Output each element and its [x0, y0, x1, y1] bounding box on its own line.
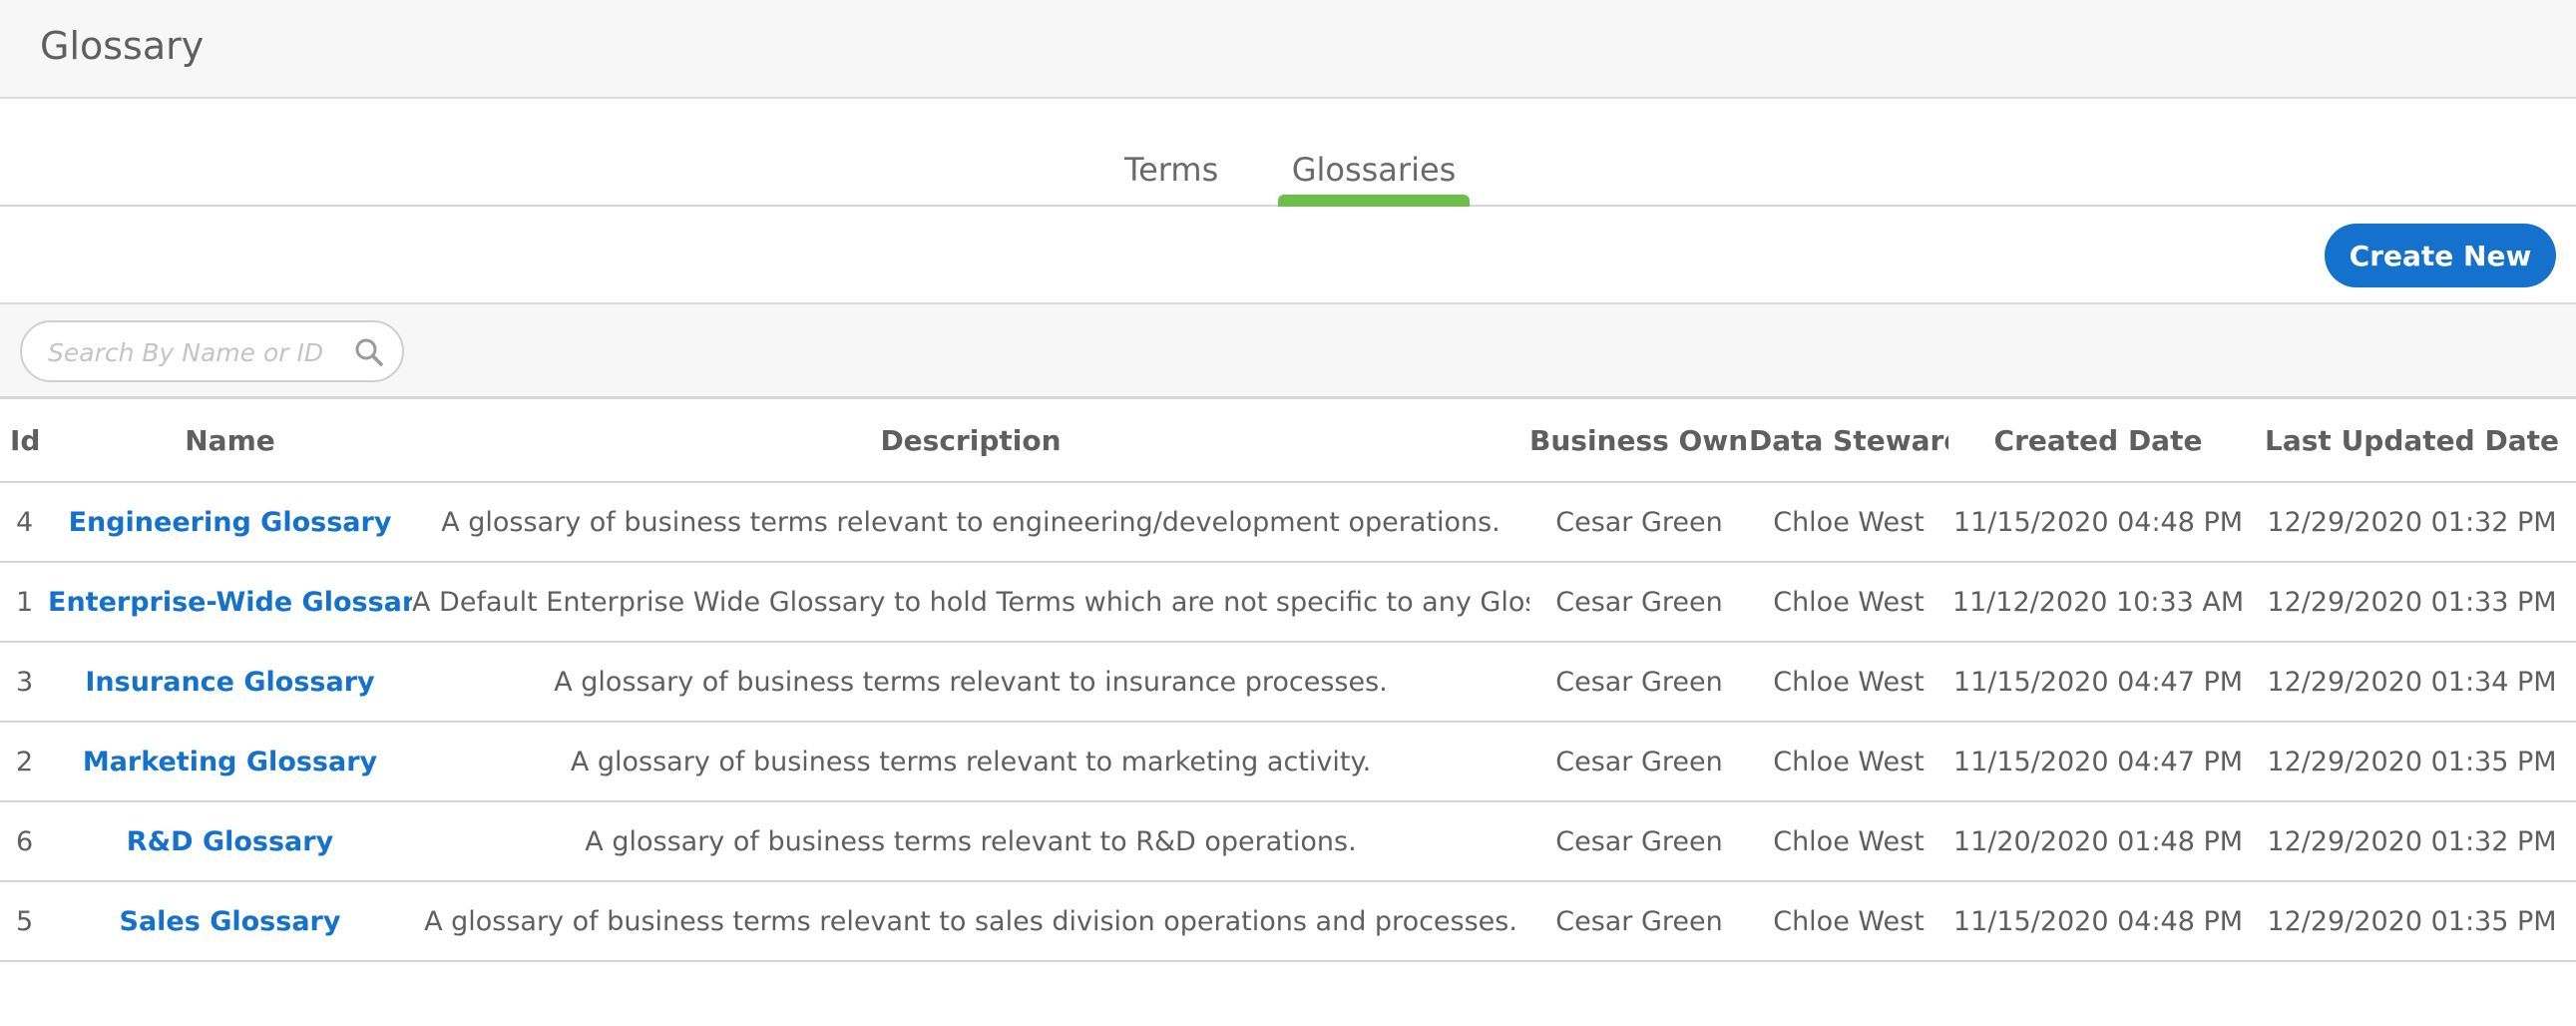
- cell-name: Sales Glossary: [48, 881, 412, 962]
- cell-name: Insurance Glossary: [48, 642, 412, 723]
- cell-business-owner: Cesar Green: [1529, 881, 1749, 962]
- cell-created-date: 11/15/2020 04:48 PM: [1948, 482, 2248, 563]
- cell-name: Marketing Glossary: [48, 722, 412, 802]
- glossary-name-link[interactable]: Marketing Glossary: [83, 747, 377, 777]
- column-header-data-steward[interactable]: Data Steward: [1749, 399, 1948, 483]
- search-icon[interactable]: [354, 337, 384, 367]
- tab-terms[interactable]: Terms: [1124, 151, 1218, 189]
- cell-name: R&D Glossary: [48, 801, 412, 882]
- column-header-business-owner[interactable]: Business Owner: [1529, 399, 1749, 483]
- cell-data-steward: Chloe West: [1749, 642, 1948, 723]
- cell-description: A glossary of business terms relevant to…: [412, 881, 1529, 962]
- cell-last-updated-date: 12/29/2020 01:34 PM: [2248, 642, 2576, 723]
- tab-glossaries[interactable]: Glossaries: [1278, 151, 1470, 189]
- create-new-button[interactable]: Create New: [2325, 224, 2556, 287]
- cell-last-updated-date: 12/29/2020 01:32 PM: [2248, 801, 2576, 882]
- search-input[interactable]: [46, 332, 345, 372]
- cell-created-date: 11/15/2020 04:47 PM: [1948, 642, 2248, 723]
- glossary-name-link[interactable]: Engineering Glossary: [69, 507, 392, 538]
- cell-id: 5: [0, 881, 48, 962]
- glossary-name-link[interactable]: Enterprise-Wide Glossary: [48, 587, 412, 618]
- glossary-name-link[interactable]: Insurance Glossary: [85, 667, 374, 698]
- cell-created-date: 11/20/2020 01:48 PM: [1948, 801, 2248, 882]
- cell-last-updated-date: 12/29/2020 01:35 PM: [2248, 722, 2576, 802]
- table-row: 5 Sales Glossary A glossary of business …: [0, 881, 2576, 962]
- table-row: 2 Marketing Glossary A glossary of busin…: [0, 722, 2576, 802]
- cell-data-steward: Chloe West: [1749, 722, 1948, 802]
- cell-description: A glossary of business terms relevant to…: [412, 722, 1529, 802]
- cell-name: Enterprise-Wide Glossary: [48, 562, 412, 643]
- cell-id: 3: [0, 642, 48, 723]
- column-header-description[interactable]: Description: [412, 399, 1529, 483]
- column-header-created-date[interactable]: Created Date: [1948, 399, 2248, 483]
- cell-business-owner: Cesar Green: [1529, 722, 1749, 802]
- page-header: Glossary: [0, 0, 2576, 99]
- cell-data-steward: Chloe West: [1749, 482, 1948, 563]
- glossary-table: Id Name Description Business Owner Data …: [0, 399, 2576, 962]
- glossary-name-link[interactable]: R&D Glossary: [127, 826, 333, 857]
- toolbar: Create New: [0, 207, 2576, 304]
- cell-id: 4: [0, 482, 48, 563]
- search-bar: [0, 304, 2576, 399]
- table-row: 3 Insurance Glossary A glossary of busin…: [0, 642, 2576, 723]
- page-title: Glossary: [40, 24, 205, 68]
- tab-bar: Terms Glossaries: [0, 99, 2576, 207]
- table-row: 6 R&D Glossary A glossary of business te…: [0, 801, 2576, 882]
- cell-business-owner: Cesar Green: [1529, 482, 1749, 563]
- cell-description: A glossary of business terms relevant to…: [412, 801, 1529, 882]
- cell-business-owner: Cesar Green: [1529, 562, 1749, 643]
- table-header-row: Id Name Description Business Owner Data …: [0, 399, 2576, 483]
- cell-created-date: 11/12/2020 10:33 AM: [1948, 562, 2248, 643]
- cell-id: 2: [0, 722, 48, 802]
- cell-data-steward: Chloe West: [1749, 881, 1948, 962]
- table-row: 1 Enterprise-Wide Glossary A Default Ent…: [0, 562, 2576, 643]
- cell-description: A glossary of business terms relevant to…: [412, 642, 1529, 723]
- cell-name: Engineering Glossary: [48, 482, 412, 563]
- cell-created-date: 11/15/2020 04:48 PM: [1948, 881, 2248, 962]
- cell-data-steward: Chloe West: [1749, 801, 1948, 882]
- cell-last-updated-date: 12/29/2020 01:33 PM: [2248, 562, 2576, 643]
- column-header-name[interactable]: Name: [48, 399, 412, 483]
- cell-data-steward: Chloe West: [1749, 562, 1948, 643]
- cell-id: 1: [0, 562, 48, 643]
- active-tab-indicator: [1278, 195, 1470, 207]
- cell-business-owner: Cesar Green: [1529, 642, 1749, 723]
- cell-created-date: 11/15/2020 04:47 PM: [1948, 722, 2248, 802]
- glossary-name-link[interactable]: Sales Glossary: [120, 906, 341, 937]
- search-box[interactable]: [20, 320, 404, 382]
- cell-description: A glossary of business terms relevant to…: [412, 482, 1529, 563]
- cell-last-updated-date: 12/29/2020 01:32 PM: [2248, 482, 2576, 563]
- cell-description: A Default Enterprise Wide Glossary to ho…: [412, 562, 1529, 643]
- column-header-id[interactable]: Id: [0, 399, 48, 483]
- cell-id: 6: [0, 801, 48, 882]
- cell-business-owner: Cesar Green: [1529, 801, 1749, 882]
- column-header-last-updated-date[interactable]: Last Updated Date: [2248, 399, 2576, 483]
- cell-last-updated-date: 12/29/2020 01:35 PM: [2248, 881, 2576, 962]
- table-row: 4 Engineering Glossary A glossary of bus…: [0, 482, 2576, 563]
